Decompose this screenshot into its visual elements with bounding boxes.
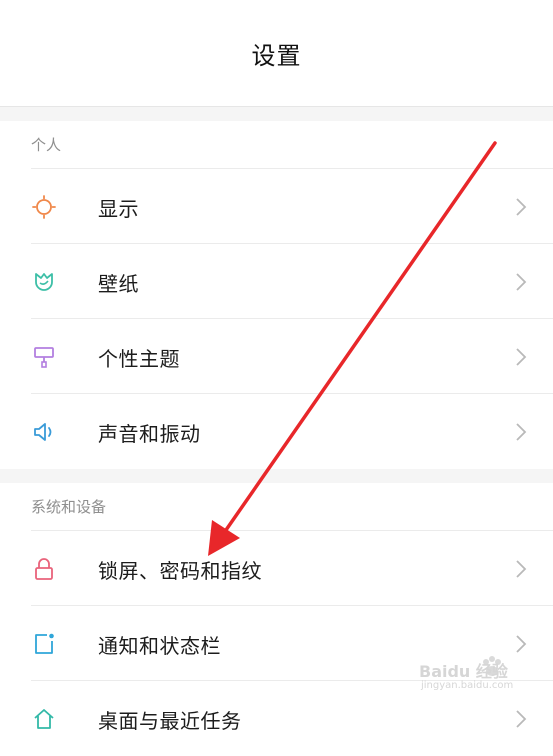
chevron-right-icon — [516, 710, 527, 728]
chevron-right-icon — [516, 198, 527, 216]
sun-icon — [32, 195, 56, 219]
settings-item-label: 声音和振动 — [98, 422, 201, 446]
section-label-system: 系统和设备 — [0, 483, 553, 531]
section-label-personal: 个人 — [0, 121, 553, 169]
chevron-right-icon — [516, 348, 527, 366]
settings-item-label: 显示 — [98, 197, 139, 221]
settings-item-theme[interactable]: 个性主题 — [0, 319, 553, 394]
notification-icon — [35, 633, 54, 654]
section-gap — [0, 107, 553, 121]
settings-item-sound[interactable]: 声音和振动 — [0, 394, 553, 469]
lock-icon — [35, 558, 53, 580]
watermark: Baidu 经验 jingyan.baidu.com — [419, 654, 529, 694]
paint-roller-icon — [34, 347, 54, 368]
settings-item-wallpaper[interactable]: 壁纸 — [0, 244, 553, 319]
settings-item-label: 桌面与最近任务 — [98, 709, 242, 733]
speaker-icon — [34, 423, 52, 441]
settings-item-lockscreen[interactable]: 锁屏、密码和指纹 — [0, 531, 553, 606]
chevron-right-icon — [516, 273, 527, 291]
section-gap — [0, 469, 553, 483]
chevron-right-icon — [516, 423, 527, 441]
home-icon — [34, 709, 54, 729]
settings-item-label: 个性主题 — [98, 347, 180, 371]
settings-item-label: 通知和状态栏 — [98, 634, 221, 658]
settings-item-label: 锁屏、密码和指纹 — [98, 559, 262, 583]
settings-item-display[interactable]: 显示 — [0, 169, 553, 244]
watermark-url: jingyan.baidu.com — [421, 680, 514, 691]
settings-item-label: 壁纸 — [98, 272, 139, 296]
chevron-right-icon — [516, 635, 527, 653]
chevron-right-icon — [516, 560, 527, 578]
watermark-brand: Baidu 经验 — [419, 662, 508, 681]
tulip-icon — [35, 273, 53, 291]
header: 设置 — [0, 0, 553, 107]
page-title: 设置 — [251, 42, 302, 70]
